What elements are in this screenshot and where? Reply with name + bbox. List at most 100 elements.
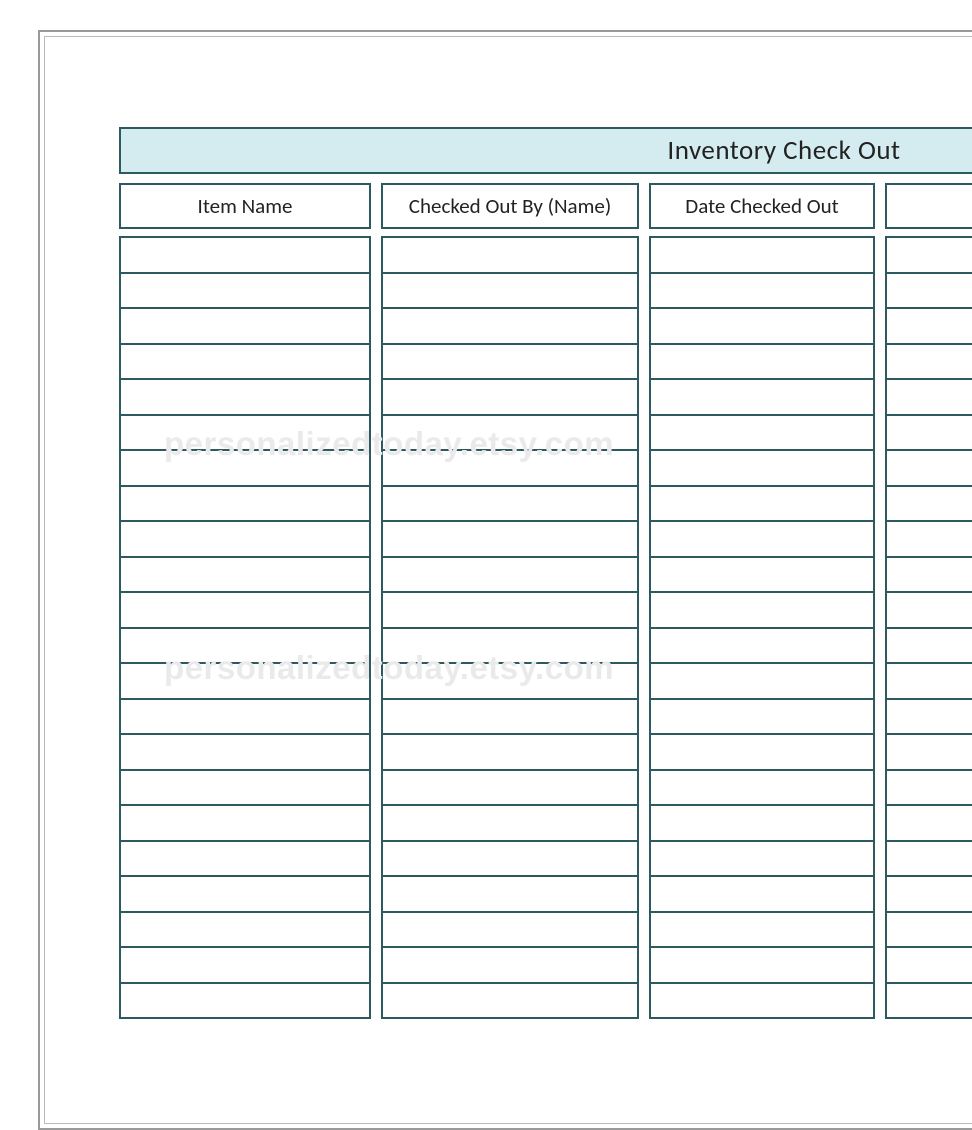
table-cell (651, 522, 873, 558)
table-cell (121, 877, 369, 913)
table-cell (121, 806, 369, 842)
table-cell (887, 487, 972, 523)
table-cell (887, 948, 972, 984)
table-columns: Item Name Checked Out By (Name) Date Che… (119, 183, 972, 1019)
table-cell (887, 345, 972, 381)
table-cell (887, 522, 972, 558)
column-item-name: Item Name (119, 183, 371, 1019)
table-cell (383, 913, 637, 949)
document-outer-frame: Inventory Check Out Item Name Checked Ou… (38, 30, 972, 1130)
column-header: Item Name (119, 183, 371, 229)
table-cell (121, 309, 369, 345)
table-cell (121, 771, 369, 807)
table-cell (121, 522, 369, 558)
table-cell (121, 984, 369, 1020)
table-cell (887, 806, 972, 842)
table-cell (383, 771, 637, 807)
table-cell (651, 309, 873, 345)
table-cell (383, 629, 637, 665)
table-cell (383, 558, 637, 594)
table-cell (651, 771, 873, 807)
table-cell (383, 274, 637, 310)
table-cell (651, 842, 873, 878)
table-cell (887, 842, 972, 878)
table-cell (651, 416, 873, 452)
table-cell (121, 948, 369, 984)
table-cell (887, 700, 972, 736)
table-cell (121, 593, 369, 629)
table-cell (887, 771, 972, 807)
table-cell (887, 877, 972, 913)
table-cell (121, 345, 369, 381)
column-header-label: Date Checked Out (685, 193, 838, 219)
table-cell (651, 913, 873, 949)
table-cell (121, 274, 369, 310)
table-cell (887, 629, 972, 665)
table-cell (383, 948, 637, 984)
table-cell (121, 735, 369, 771)
document-page: Inventory Check Out Item Name Checked Ou… (44, 36, 972, 1124)
table-cell (121, 629, 369, 665)
table-cell (887, 309, 972, 345)
column-date-checked-out: Date Checked Out (649, 183, 875, 1019)
table-cell (887, 735, 972, 771)
table-cell (651, 558, 873, 594)
table-cell (887, 664, 972, 700)
column-header-label: Checked Out By (Name) (409, 193, 611, 219)
column-header: Date Checked Out (649, 183, 875, 229)
table-cell (887, 238, 972, 274)
column-header-label: Item Name (198, 193, 293, 219)
column-checked-out-by: Checked Out By (Name) (381, 183, 639, 1019)
column-body (381, 236, 639, 1019)
table-cell (383, 664, 637, 700)
table-cell (383, 735, 637, 771)
table-cell (121, 664, 369, 700)
table-title: Inventory Check Out (119, 127, 972, 174)
table-cell (887, 380, 972, 416)
table-cell (651, 664, 873, 700)
table-title-text: Inventory Check Out (667, 134, 900, 167)
column-header: Da (885, 183, 972, 229)
column-body (885, 236, 972, 1019)
column-body (119, 236, 371, 1019)
table-cell (383, 451, 637, 487)
table-cell (383, 487, 637, 523)
table-cell (383, 984, 637, 1020)
table-cell (887, 274, 972, 310)
table-cell (887, 593, 972, 629)
table-cell (121, 416, 369, 452)
table-cell (651, 345, 873, 381)
table-cell (121, 380, 369, 416)
table-cell (651, 593, 873, 629)
table-cell (383, 309, 637, 345)
table-cell (887, 451, 972, 487)
table-cell (121, 558, 369, 594)
table-cell (651, 700, 873, 736)
table-cell (383, 842, 637, 878)
table-cell (887, 913, 972, 949)
table-cell (651, 984, 873, 1020)
table-cell (887, 984, 972, 1020)
table-cell (121, 487, 369, 523)
table-cell (651, 948, 873, 984)
table-cell (651, 487, 873, 523)
table-cell (887, 416, 972, 452)
table-cell (651, 451, 873, 487)
table-cell (651, 238, 873, 274)
table-cell (383, 380, 637, 416)
table-cell (651, 629, 873, 665)
table-cell (383, 806, 637, 842)
table-cell (121, 238, 369, 274)
table-cell (383, 238, 637, 274)
table-cell (121, 700, 369, 736)
table-cell (383, 593, 637, 629)
table-cell (651, 274, 873, 310)
column-body (649, 236, 875, 1019)
table-cell (121, 842, 369, 878)
table-cell (121, 913, 369, 949)
table-cell (651, 735, 873, 771)
table-cell (383, 416, 637, 452)
table-cell (651, 877, 873, 913)
column-partial: Da (885, 183, 972, 1019)
table-cell (383, 877, 637, 913)
